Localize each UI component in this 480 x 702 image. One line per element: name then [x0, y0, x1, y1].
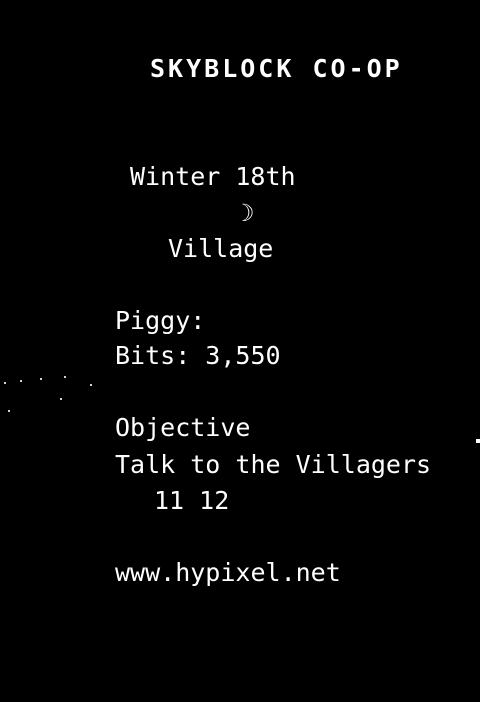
objective-progress: 11 12: [154, 486, 230, 515]
bits-count: Bits: 3,550: [115, 341, 281, 370]
server-url: www.hypixel.net: [115, 558, 341, 587]
particle-speck: [8, 410, 10, 412]
objective-heading: Objective: [115, 413, 251, 442]
location-label: Village: [168, 234, 274, 263]
scoreboard-panel: SKYBLOCK CO-OP Winter 18th ☽ Village Pig…: [0, 0, 480, 702]
particle-speck: [4, 382, 6, 384]
particle-speck: [90, 384, 92, 386]
particle-speck: [60, 398, 62, 400]
edge-marker: [476, 439, 480, 443]
particle-speck: [40, 378, 42, 380]
piggy-label: Piggy:: [115, 306, 206, 335]
particle-speck: [20, 380, 22, 382]
particle-speck: [64, 376, 66, 378]
objective-text: Talk to the Villagers: [115, 450, 432, 479]
scoreboard-title: SKYBLOCK CO-OP: [150, 54, 403, 83]
skyblock-date: Winter 18th: [130, 162, 296, 191]
moon-icon: ☽: [240, 199, 255, 227]
